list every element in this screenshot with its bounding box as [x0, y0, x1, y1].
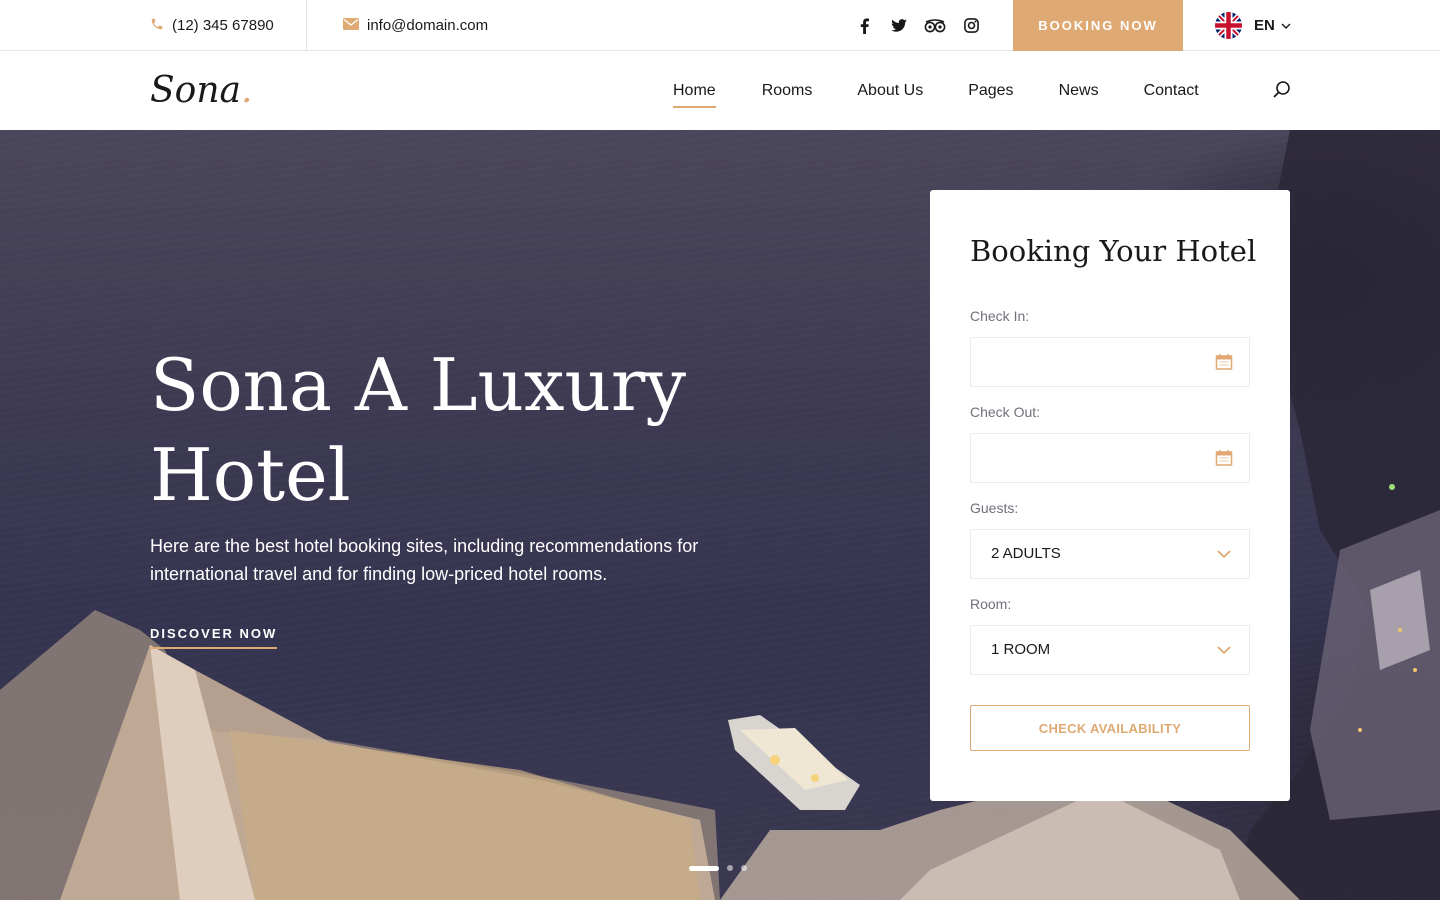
search-icon[interactable]: [1272, 80, 1292, 100]
hero-title-line1: Sona A Luxury: [150, 343, 686, 427]
language-selector[interactable]: EN: [1215, 0, 1291, 51]
slider-dot-1[interactable]: [689, 865, 719, 871]
room-label: Room:: [970, 596, 1012, 612]
booking-now-button[interactable]: BOOKING NOW: [1013, 0, 1183, 51]
guests-value: 2 ADULTS: [991, 545, 1061, 562]
nav-item-contact[interactable]: Contact: [1144, 76, 1199, 106]
uk-flag-icon: [1215, 12, 1242, 39]
nav-item-rooms[interactable]: Rooms: [762, 76, 813, 106]
logo-text: Sona: [150, 70, 241, 111]
top-bar: (12) 345 67890 info@domain.com BOOKING N…: [0, 0, 1440, 51]
tripadvisor-icon[interactable]: [924, 17, 946, 34]
calendar-icon: [1215, 353, 1233, 371]
email-address: info@domain.com: [367, 17, 489, 34]
nav-menu: Home Rooms About Us Pages News Contact: [673, 52, 1199, 130]
envelope-icon: [343, 17, 359, 34]
hero-description: Here are the best hotel booking sites, i…: [150, 536, 699, 584]
instagram-icon[interactable]: [963, 17, 980, 34]
slider-dot-2[interactable]: [727, 865, 733, 871]
room-value: 1 ROOM: [991, 641, 1051, 658]
nav-item-home[interactable]: Home: [673, 76, 716, 108]
check-in-label: Check In:: [970, 308, 1030, 324]
check-availability-button[interactable]: CHECK AVAILABILITY: [970, 705, 1250, 751]
chevron-down-icon: [1215, 641, 1233, 659]
calendar-icon: [1215, 449, 1233, 467]
guests-select[interactable]: 2 ADULTS: [970, 529, 1250, 579]
slider-dot-3[interactable]: [741, 865, 747, 871]
discover-now-link[interactable]: DISCOVER NOW: [150, 626, 278, 649]
phone-number: (12) 345 67890: [172, 17, 274, 34]
logo-dot: .: [240, 70, 253, 111]
hero-slider: Sona A Luxury Hotel Here are the best ho…: [0, 130, 1440, 900]
check-out-field[interactable]: [970, 433, 1250, 483]
nav-item-pages[interactable]: Pages: [968, 76, 1013, 106]
phone-icon: [150, 17, 164, 35]
nav-item-news[interactable]: News: [1059, 76, 1099, 106]
site-logo[interactable]: Sona.: [150, 70, 252, 112]
room-select[interactable]: 1 ROOM: [970, 625, 1250, 675]
hero-title-line2: Hotel: [150, 433, 351, 517]
check-out-label: Check Out:: [970, 404, 1041, 420]
hero-title: Sona A Luxury Hotel: [150, 340, 790, 520]
nav-item-about-us[interactable]: About Us: [857, 76, 923, 106]
twitter-icon[interactable]: [890, 17, 907, 34]
social-links: [856, 0, 980, 51]
slider-pagination: [689, 865, 747, 871]
chevron-down-icon: [1215, 545, 1233, 563]
chevron-down-icon: [1281, 17, 1291, 35]
main-navigation: Sona. Home Rooms About Us Pages News Con…: [0, 52, 1440, 130]
phone-contact[interactable]: (12) 345 67890: [150, 0, 274, 51]
check-in-field[interactable]: [970, 337, 1250, 387]
language-label: EN: [1254, 17, 1275, 34]
booking-form: Booking Your Hotel Check In: Check Out: …: [930, 190, 1290, 801]
facebook-icon[interactable]: [856, 17, 873, 34]
booking-form-title: Booking Your Hotel: [970, 234, 1257, 268]
guests-label: Guests:: [970, 500, 1019, 516]
divider: [306, 0, 307, 51]
email-contact[interactable]: info@domain.com: [343, 0, 488, 51]
